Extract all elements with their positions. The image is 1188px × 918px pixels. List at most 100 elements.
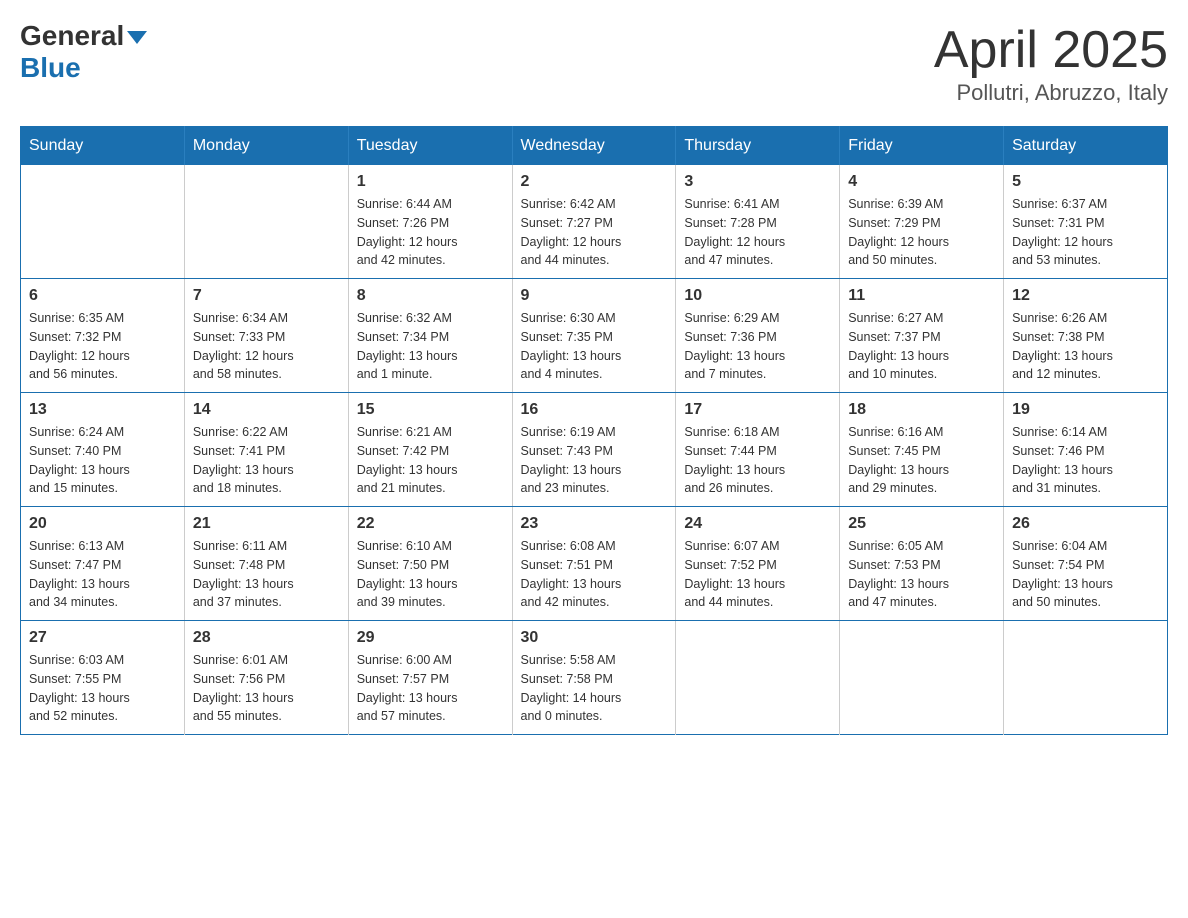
calendar-cell bbox=[840, 621, 1004, 735]
calendar-cell: 18 Sunrise: 6:16 AMSunset: 7:45 PMDayligh… bbox=[840, 393, 1004, 507]
day-number: 5 bbox=[1012, 173, 1159, 191]
day-number: 9 bbox=[521, 287, 668, 305]
calendar-cell: 23Sunrise: 6:08 AMSunset: 7:51 PMDayligh… bbox=[512, 507, 676, 621]
calendar-cell: 27Sunrise: 6:03 AMSunset: 7:55 PMDayligh… bbox=[21, 621, 185, 735]
calendar-cell: 25 Sunrise: 6:05 AMSunset: 7:53 PMDayligh… bbox=[840, 507, 1004, 621]
day-number: 23 bbox=[521, 515, 668, 533]
day-info: Sunrise: 6:10 AMSunset: 7:50 PMDaylight:… bbox=[357, 537, 504, 612]
calendar-cell: 28 Sunrise: 6:01 AMSunset: 7:56 PMDayligh… bbox=[184, 621, 348, 735]
week-row-1: 1 Sunrise: 6:44 AMSunset: 7:26 PMDaylight… bbox=[21, 165, 1168, 279]
day-of-week-header-wednesday: Wednesday bbox=[512, 127, 676, 166]
logo-triangle-icon bbox=[127, 31, 147, 44]
day-info: Sunrise: 6:21 AMSunset: 7:42 PMDaylight:… bbox=[357, 423, 504, 498]
calendar-cell: 15 Sunrise: 6:21 AMSunset: 7:42 PMDayligh… bbox=[348, 393, 512, 507]
day-info: Sunrise: 6:07 AMSunset: 7:52 PMDaylight:… bbox=[684, 537, 831, 612]
day-number: 28 bbox=[193, 629, 340, 647]
days-header-row: SundayMondayTuesdayWednesdayThursdayFrid… bbox=[21, 127, 1168, 166]
calendar-cell: 16 Sunrise: 6:19 AMSunset: 7:43 PMDayligh… bbox=[512, 393, 676, 507]
day-info: Sunrise: 6:03 AMSunset: 7:55 PMDaylight:… bbox=[29, 651, 176, 726]
page-header: General Blue April 2025 Pollutri, Abruzz… bbox=[20, 20, 1168, 106]
day-info: Sunrise: 6:30 AMSunset: 7:35 PMDaylight:… bbox=[521, 309, 668, 384]
calendar-cell bbox=[676, 621, 840, 735]
title-block: April 2025 Pollutri, Abruzzo, Italy bbox=[934, 20, 1168, 106]
day-info: Sunrise: 6:16 AMSunset: 7:45 PMDaylight:… bbox=[848, 423, 995, 498]
calendar-cell: 17 Sunrise: 6:18 AMSunset: 7:44 PMDayligh… bbox=[676, 393, 840, 507]
calendar-cell: 9 Sunrise: 6:30 AMSunset: 7:35 PMDaylight… bbox=[512, 279, 676, 393]
day-info: Sunrise: 6:35 AMSunset: 7:32 PMDaylight:… bbox=[29, 309, 176, 384]
day-info: Sunrise: 6:42 AMSunset: 7:27 PMDaylight:… bbox=[521, 195, 668, 270]
day-info: Sunrise: 6:19 AMSunset: 7:43 PMDaylight:… bbox=[521, 423, 668, 498]
calendar-cell: 10 Sunrise: 6:29 AMSunset: 7:36 PMDayligh… bbox=[676, 279, 840, 393]
logo-general-text: General bbox=[20, 20, 124, 52]
calendar-cell: 19 Sunrise: 6:14 AMSunset: 7:46 PMDayligh… bbox=[1004, 393, 1168, 507]
day-info: Sunrise: 6:39 AMSunset: 7:29 PMDaylight:… bbox=[848, 195, 995, 270]
day-number: 20 bbox=[29, 515, 176, 533]
day-number: 1 bbox=[357, 173, 504, 191]
day-number: 21 bbox=[193, 515, 340, 533]
day-info: Sunrise: 6:41 AMSunset: 7:28 PMDaylight:… bbox=[684, 195, 831, 270]
calendar-cell: 7 Sunrise: 6:34 AMSunset: 7:33 PMDaylight… bbox=[184, 279, 348, 393]
calendar-cell: 21 Sunrise: 6:11 AMSunset: 7:48 PMDayligh… bbox=[184, 507, 348, 621]
day-number: 22 bbox=[357, 515, 504, 533]
day-of-week-header-thursday: Thursday bbox=[676, 127, 840, 166]
calendar-subtitle: Pollutri, Abruzzo, Italy bbox=[934, 80, 1168, 106]
day-info: Sunrise: 6:05 AMSunset: 7:53 PMDaylight:… bbox=[848, 537, 995, 612]
calendar-cell: 13 Sunrise: 6:24 AMSunset: 7:40 PMDayligh… bbox=[21, 393, 185, 507]
week-row-4: 20 Sunrise: 6:13 AMSunset: 7:47 PMDayligh… bbox=[21, 507, 1168, 621]
day-info: Sunrise: 6:04 AMSunset: 7:54 PMDaylight:… bbox=[1012, 537, 1159, 612]
day-info: Sunrise: 6:34 AMSunset: 7:33 PMDaylight:… bbox=[193, 309, 340, 384]
day-info: Sunrise: 5:58 AMSunset: 7:58 PMDaylight:… bbox=[521, 651, 668, 726]
calendar-cell: 30Sunrise: 5:58 AMSunset: 7:58 PMDayligh… bbox=[512, 621, 676, 735]
day-info: Sunrise: 6:00 AMSunset: 7:57 PMDaylight:… bbox=[357, 651, 504, 726]
calendar-cell: 14 Sunrise: 6:22 AMSunset: 7:41 PMDayligh… bbox=[184, 393, 348, 507]
day-of-week-header-sunday: Sunday bbox=[21, 127, 185, 166]
day-number: 14 bbox=[193, 401, 340, 419]
calendar-cell bbox=[21, 165, 185, 279]
calendar-cell: 24 Sunrise: 6:07 AMSunset: 7:52 PMDayligh… bbox=[676, 507, 840, 621]
calendar-cell bbox=[184, 165, 348, 279]
calendar-cell: 3 Sunrise: 6:41 AMSunset: 7:28 PMDaylight… bbox=[676, 165, 840, 279]
day-of-week-header-monday: Monday bbox=[184, 127, 348, 166]
calendar-cell: 12Sunrise: 6:26 AMSunset: 7:38 PMDayligh… bbox=[1004, 279, 1168, 393]
day-number: 17 bbox=[684, 401, 831, 419]
week-row-5: 27Sunrise: 6:03 AMSunset: 7:55 PMDayligh… bbox=[21, 621, 1168, 735]
calendar-title: April 2025 bbox=[934, 20, 1168, 80]
calendar-cell: 26Sunrise: 6:04 AMSunset: 7:54 PMDayligh… bbox=[1004, 507, 1168, 621]
calendar-cell: 8 Sunrise: 6:32 AMSunset: 7:34 PMDaylight… bbox=[348, 279, 512, 393]
day-info: Sunrise: 6:29 AMSunset: 7:36 PMDaylight:… bbox=[684, 309, 831, 384]
calendar-cell: 29 Sunrise: 6:00 AMSunset: 7:57 PMDayligh… bbox=[348, 621, 512, 735]
day-info: Sunrise: 6:11 AMSunset: 7:48 PMDaylight:… bbox=[193, 537, 340, 612]
calendar-cell: 5 Sunrise: 6:37 AMSunset: 7:31 PMDaylight… bbox=[1004, 165, 1168, 279]
day-info: Sunrise: 6:37 AMSunset: 7:31 PMDaylight:… bbox=[1012, 195, 1159, 270]
day-number: 12 bbox=[1012, 287, 1159, 305]
day-info: Sunrise: 6:18 AMSunset: 7:44 PMDaylight:… bbox=[684, 423, 831, 498]
calendar-table: SundayMondayTuesdayWednesdayThursdayFrid… bbox=[20, 126, 1168, 735]
day-number: 18 bbox=[848, 401, 995, 419]
day-of-week-header-saturday: Saturday bbox=[1004, 127, 1168, 166]
day-info: Sunrise: 6:32 AMSunset: 7:34 PMDaylight:… bbox=[357, 309, 504, 384]
day-info: Sunrise: 6:22 AMSunset: 7:41 PMDaylight:… bbox=[193, 423, 340, 498]
calendar-cell: 20 Sunrise: 6:13 AMSunset: 7:47 PMDayligh… bbox=[21, 507, 185, 621]
day-number: 16 bbox=[521, 401, 668, 419]
day-info: Sunrise: 6:44 AMSunset: 7:26 PMDaylight:… bbox=[357, 195, 504, 270]
day-number: 15 bbox=[357, 401, 504, 419]
day-number: 25 bbox=[848, 515, 995, 533]
day-number: 8 bbox=[357, 287, 504, 305]
day-number: 11 bbox=[848, 287, 995, 305]
day-of-week-header-friday: Friday bbox=[840, 127, 1004, 166]
day-of-week-header-tuesday: Tuesday bbox=[348, 127, 512, 166]
day-number: 24 bbox=[684, 515, 831, 533]
day-number: 10 bbox=[684, 287, 831, 305]
day-number: 3 bbox=[684, 173, 831, 191]
day-info: Sunrise: 6:14 AMSunset: 7:46 PMDaylight:… bbox=[1012, 423, 1159, 498]
logo-blue-text: Blue bbox=[20, 54, 81, 82]
day-info: Sunrise: 6:13 AMSunset: 7:47 PMDaylight:… bbox=[29, 537, 176, 612]
calendar-cell: 1 Sunrise: 6:44 AMSunset: 7:26 PMDaylight… bbox=[348, 165, 512, 279]
day-number: 29 bbox=[357, 629, 504, 647]
day-info: Sunrise: 6:01 AMSunset: 7:56 PMDaylight:… bbox=[193, 651, 340, 726]
day-number: 7 bbox=[193, 287, 340, 305]
day-number: 13 bbox=[29, 401, 176, 419]
logo: General Blue bbox=[20, 20, 147, 82]
day-number: 19 bbox=[1012, 401, 1159, 419]
day-info: Sunrise: 6:24 AMSunset: 7:40 PMDaylight:… bbox=[29, 423, 176, 498]
